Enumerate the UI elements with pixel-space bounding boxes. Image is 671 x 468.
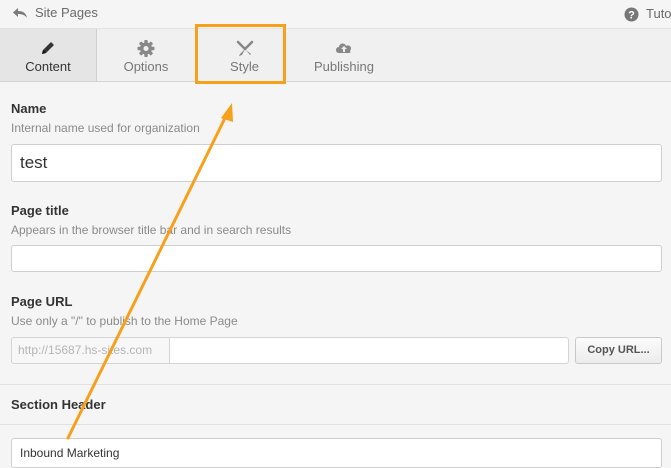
annotation-arrow xyxy=(66,103,233,440)
